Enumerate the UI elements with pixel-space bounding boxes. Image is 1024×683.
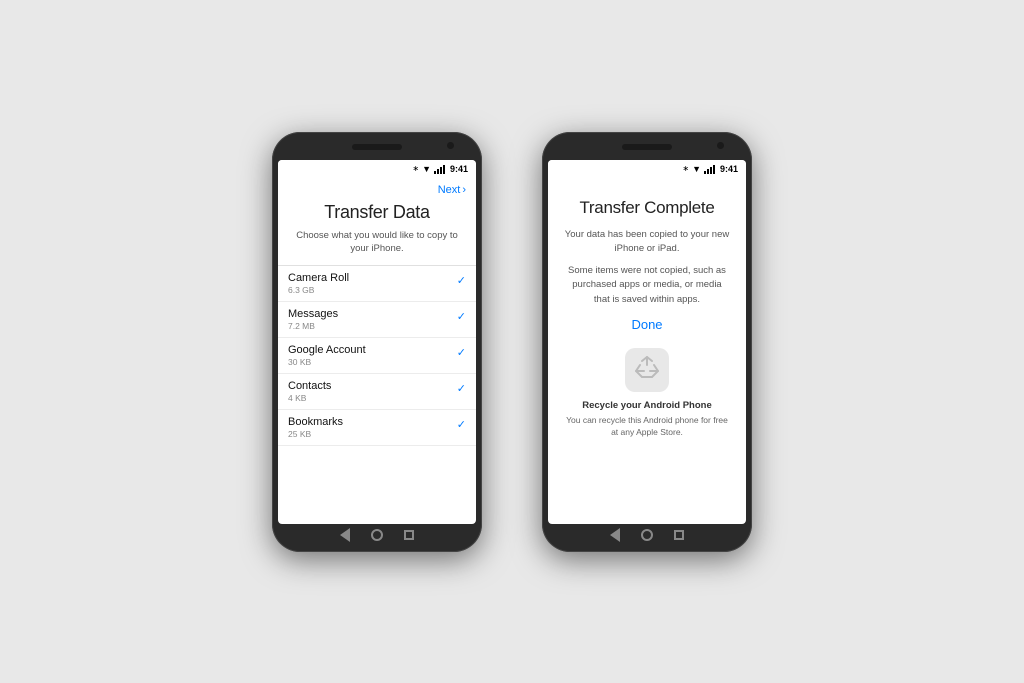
next-label: Next (438, 184, 461, 196)
bar2-2 (707, 169, 709, 174)
bar1 (434, 171, 436, 174)
bar3 (440, 167, 442, 174)
status-bar-2: ∗ ▼ 9:41 (548, 160, 746, 178)
item-left-0: Camera Roll 6.3 GB (288, 272, 349, 295)
speaker-1 (352, 144, 402, 150)
screen2-content: Transfer Complete Your data has been cop… (548, 178, 746, 524)
camera-2 (717, 142, 724, 149)
phone-2-screen: ∗ ▼ 9:41 Transfer Complete Your data has… (548, 160, 746, 524)
item-size-4: 25 KB (288, 429, 343, 439)
list-item[interactable]: Bookmarks 25 KB ✓ (278, 410, 476, 446)
bar1-2 (704, 171, 706, 174)
wifi-icon: ▼ (422, 164, 431, 174)
phone-1-top (278, 138, 476, 160)
home-button-1[interactable] (370, 528, 384, 542)
phone-1-bottom (278, 524, 476, 546)
bar4-2 (713, 165, 715, 174)
bar4 (443, 165, 445, 174)
speaker-2 (622, 144, 672, 150)
item-size-1: 7.2 MB (288, 321, 338, 331)
bar3-2 (710, 167, 712, 174)
list-item[interactable]: Camera Roll 6.3 GB ✓ (278, 266, 476, 302)
checkmark-2: ✓ (457, 346, 466, 359)
transfer-data-subtitle: Choose what you would like to copy to yo… (278, 229, 476, 266)
back-button-2[interactable] (608, 528, 622, 542)
signal-bars-2 (704, 164, 715, 174)
phone-2-bottom (548, 524, 746, 546)
item-name-2: Google Account (288, 344, 366, 356)
home-circle-icon-2 (641, 529, 653, 541)
camera-1 (447, 142, 454, 149)
time-1: 9:41 (450, 164, 468, 174)
bluetooth-icon: ∗ (412, 164, 419, 173)
recents-square-icon-1 (404, 530, 414, 540)
wifi-icon-2: ▼ (692, 164, 701, 174)
item-size-3: 4 KB (288, 393, 331, 403)
phone-1-screen: ∗ ▼ 9:41 Next › Transfer Data Choose wha… (278, 160, 476, 524)
back-arrow-icon-2 (610, 528, 620, 542)
recycle-icon (632, 355, 662, 385)
transfer-data-title: Transfer Data (278, 198, 476, 229)
bluetooth-icon-2: ∗ (682, 164, 689, 173)
transfer-complete-title: Transfer Complete (579, 198, 714, 218)
recents-square-icon-2 (674, 530, 684, 540)
list-item[interactable]: Contacts 4 KB ✓ (278, 374, 476, 410)
checkmark-3: ✓ (457, 382, 466, 395)
item-left-3: Contacts 4 KB (288, 380, 331, 403)
signal-bars-1 (434, 164, 445, 174)
phone-2: ∗ ▼ 9:41 Transfer Complete Your data has… (542, 132, 752, 552)
bar2 (437, 169, 439, 174)
item-name-4: Bookmarks (288, 416, 343, 428)
transfer-desc-1: Your data has been copied to your new iP… (564, 228, 730, 257)
done-button[interactable]: Done (631, 317, 662, 332)
back-arrow-icon-1 (340, 528, 350, 542)
item-name-3: Contacts (288, 380, 331, 392)
item-size-2: 30 KB (288, 357, 366, 367)
next-row: Next › (278, 178, 476, 198)
recents-button-1[interactable] (402, 528, 416, 542)
status-bar-1: ∗ ▼ 9:41 (278, 160, 476, 178)
list-item[interactable]: Messages 7.2 MB ✓ (278, 302, 476, 338)
recycle-title: Recycle your Android Phone (582, 400, 712, 411)
recycle-desc: You can recycle this Android phone for f… (564, 415, 730, 439)
checkmark-0: ✓ (457, 274, 466, 287)
recycle-icon-wrap (625, 348, 669, 392)
time-2: 9:41 (720, 164, 738, 174)
back-button-1[interactable] (338, 528, 352, 542)
list-item[interactable]: Google Account 30 KB ✓ (278, 338, 476, 374)
checkmark-4: ✓ (457, 418, 466, 431)
home-button-2[interactable] (640, 528, 654, 542)
transfer-desc-2: Some items were not copied, such as purc… (564, 264, 730, 307)
phone-1: ∗ ▼ 9:41 Next › Transfer Data Choose wha… (272, 132, 482, 552)
screen1-content: Next › Transfer Data Choose what you wou… (278, 178, 476, 524)
item-left-2: Google Account 30 KB (288, 344, 366, 367)
checkmark-1: ✓ (457, 310, 466, 323)
phone-2-top (548, 138, 746, 160)
item-name-1: Messages (288, 308, 338, 320)
home-circle-icon-1 (371, 529, 383, 541)
item-size-0: 6.3 GB (288, 285, 349, 295)
item-left-4: Bookmarks 25 KB (288, 416, 343, 439)
chevron-right-icon: › (462, 184, 466, 196)
next-button[interactable]: Next › (438, 184, 466, 196)
item-name-0: Camera Roll (288, 272, 349, 284)
item-left-1: Messages 7.2 MB (288, 308, 338, 331)
recents-button-2[interactable] (672, 528, 686, 542)
